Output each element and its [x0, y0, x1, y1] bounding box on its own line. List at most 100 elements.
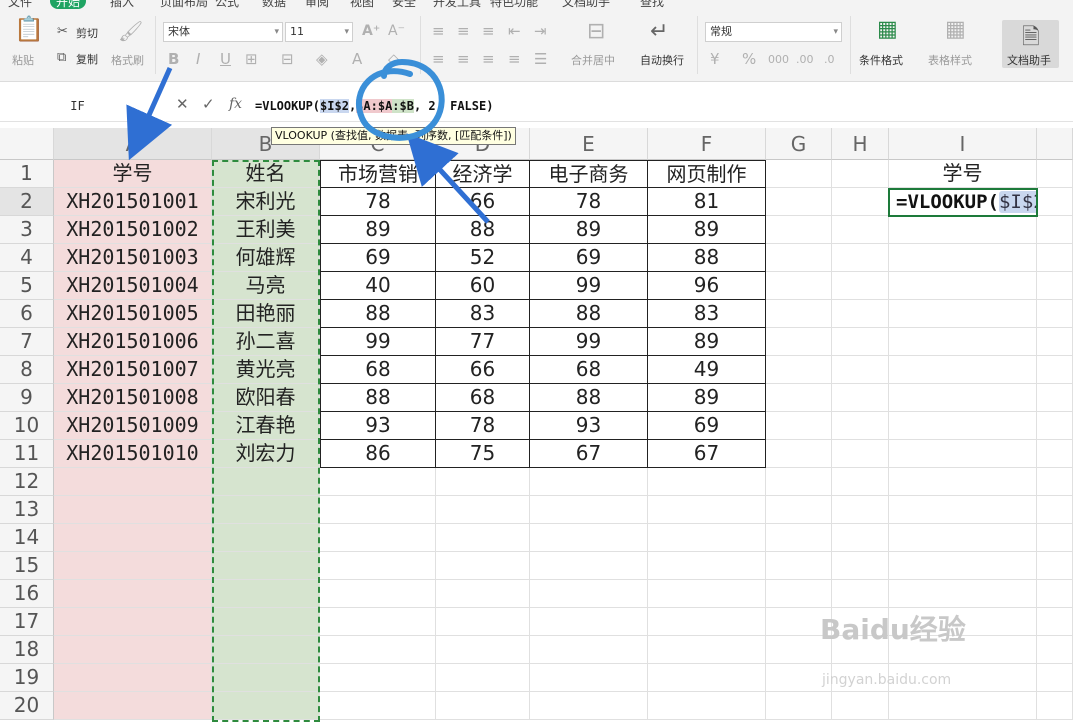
cell[interactable] [832, 496, 889, 524]
data-cell[interactable]: 78 [320, 188, 436, 216]
data-cell[interactable]: 89 [648, 216, 766, 244]
cell[interactable] [1037, 328, 1073, 356]
column-header-a[interactable]: A [54, 128, 212, 160]
data-cell[interactable]: 王利美 [212, 216, 320, 244]
data-cell[interactable]: 86 [320, 440, 436, 468]
data-cell[interactable]: XH201501004 [54, 272, 212, 300]
header-cell[interactable]: 网页制作 [648, 160, 766, 188]
cell[interactable] [1037, 216, 1073, 244]
cell[interactable] [1037, 664, 1073, 692]
row-header[interactable]: 14 [0, 524, 54, 552]
cell[interactable] [766, 412, 832, 440]
cell[interactable] [648, 608, 766, 636]
data-cell[interactable]: 何雄辉 [212, 244, 320, 272]
cell[interactable] [530, 692, 648, 720]
cell[interactable] [766, 216, 832, 244]
data-cell[interactable]: 88 [648, 244, 766, 272]
data-cell[interactable]: 40 [320, 272, 436, 300]
data-cell[interactable]: 93 [530, 412, 648, 440]
cell[interactable] [766, 356, 832, 384]
data-cell[interactable]: 67 [530, 440, 648, 468]
data-cell[interactable]: 黄光亮 [212, 356, 320, 384]
cell[interactable] [436, 608, 530, 636]
data-cell[interactable]: 89 [648, 384, 766, 412]
cell[interactable] [832, 188, 889, 216]
cell[interactable] [832, 412, 889, 440]
data-cell[interactable]: 68 [320, 356, 436, 384]
cell[interactable] [1037, 244, 1073, 272]
data-cell[interactable]: 89 [530, 216, 648, 244]
cell[interactable] [1037, 356, 1073, 384]
cell[interactable] [832, 356, 889, 384]
data-cell[interactable]: 83 [436, 300, 530, 328]
data-cell[interactable]: 81 [648, 188, 766, 216]
cell[interactable] [54, 608, 212, 636]
data-cell[interactable]: 78 [530, 188, 648, 216]
cell[interactable] [212, 496, 320, 524]
cell[interactable] [889, 328, 1037, 356]
data-cell[interactable]: 88 [320, 384, 436, 412]
row-header[interactable]: 5 [0, 272, 54, 300]
cell[interactable] [889, 244, 1037, 272]
row-header[interactable]: 3 [0, 216, 54, 244]
cell[interactable] [1037, 300, 1073, 328]
cell[interactable] [832, 524, 889, 552]
cell[interactable] [320, 524, 436, 552]
cell[interactable] [320, 468, 436, 496]
data-cell[interactable]: 88 [530, 384, 648, 412]
cell[interactable] [889, 440, 1037, 468]
cell[interactable] [648, 636, 766, 664]
cell[interactable] [436, 636, 530, 664]
cell[interactable] [832, 552, 889, 580]
column-header-h[interactable]: H [832, 128, 889, 160]
row-header[interactable]: 12 [0, 468, 54, 496]
data-cell[interactable]: 78 [436, 412, 530, 440]
cell[interactable] [1037, 692, 1073, 720]
data-cell[interactable]: 52 [436, 244, 530, 272]
data-cell[interactable]: 68 [436, 384, 530, 412]
cell[interactable] [1037, 440, 1073, 468]
row-header[interactable]: 13 [0, 496, 54, 524]
cell[interactable] [1037, 636, 1073, 664]
data-cell[interactable]: 马亮 [212, 272, 320, 300]
data-cell[interactable]: 99 [530, 272, 648, 300]
cell[interactable] [1037, 608, 1073, 636]
row-header[interactable]: 8 [0, 356, 54, 384]
data-cell[interactable]: 刘宏力 [212, 440, 320, 468]
cell[interactable] [889, 356, 1037, 384]
cell[interactable] [54, 524, 212, 552]
data-cell[interactable]: 99 [320, 328, 436, 356]
cell[interactable] [436, 496, 530, 524]
cell[interactable] [832, 244, 889, 272]
cell[interactable] [766, 244, 832, 272]
cell[interactable] [436, 468, 530, 496]
row-header[interactable]: 20 [0, 692, 54, 720]
cell[interactable] [436, 580, 530, 608]
row-header[interactable]: 9 [0, 384, 54, 412]
cell[interactable] [832, 580, 889, 608]
cell[interactable] [212, 552, 320, 580]
cell[interactable] [1037, 272, 1073, 300]
cell[interactable] [1037, 384, 1073, 412]
cell[interactable] [832, 692, 889, 720]
cell[interactable] [212, 524, 320, 552]
cell[interactable] [889, 468, 1037, 496]
data-cell[interactable]: 66 [436, 356, 530, 384]
cell[interactable] [832, 328, 889, 356]
cell[interactable] [1037, 580, 1073, 608]
column-header-i[interactable]: I [889, 128, 1037, 160]
header-cell[interactable]: 经济学 [436, 160, 530, 188]
cell[interactable] [530, 608, 648, 636]
cell[interactable] [54, 580, 212, 608]
cell[interactable] [889, 524, 1037, 552]
cell[interactable] [1037, 160, 1073, 188]
cell[interactable] [766, 300, 832, 328]
data-cell[interactable]: XH201501006 [54, 328, 212, 356]
row-header[interactable]: 7 [0, 328, 54, 356]
data-cell[interactable]: XH201501002 [54, 216, 212, 244]
data-cell[interactable]: 88 [530, 300, 648, 328]
data-cell[interactable]: 欧阳春 [212, 384, 320, 412]
cell[interactable] [832, 440, 889, 468]
data-cell[interactable]: XH201501007 [54, 356, 212, 384]
cell[interactable] [832, 216, 889, 244]
